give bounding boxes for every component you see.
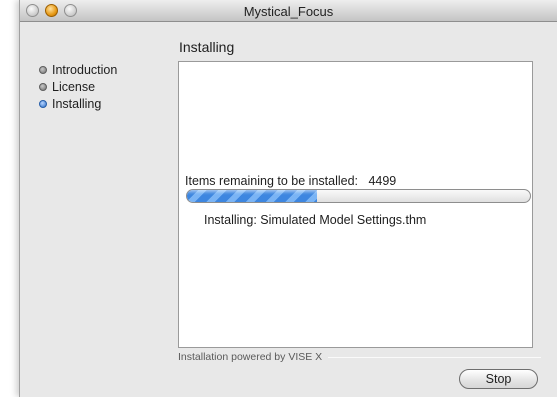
step-license: License (39, 78, 117, 95)
footer: Installation powered by VISE X (178, 351, 541, 363)
step-label: Introduction (52, 62, 118, 77)
step-bullet-icon (39, 82, 47, 91)
powered-by-text: Installation powered by VISE X (178, 351, 323, 363)
items-remaining-count: 4499 (368, 174, 397, 188)
step-bullet-icon (39, 65, 47, 74)
step-introduction: Introduction (39, 61, 117, 78)
install-progress-bar (186, 189, 531, 203)
step-label: Installing (52, 96, 102, 111)
items-remaining-label: Items remaining to be installed: (185, 174, 359, 188)
current-file-text: Installing: Simulated Model Settings.thm (204, 213, 427, 227)
items-remaining-text: Items remaining to be installed: 4499 (185, 174, 396, 188)
installer-steps: Introduction License Installing (39, 61, 117, 112)
footer-divider (328, 356, 541, 358)
step-label: License (52, 79, 96, 94)
page-title: Installing (179, 39, 235, 55)
installer-window: Mystical_Focus Installing Introduction L… (19, 0, 557, 397)
active-step-bullet-icon (39, 99, 47, 108)
step-installing: Installing (39, 95, 117, 112)
window-title: Mystical_Focus (243, 4, 334, 19)
title-bar[interactable]: Mystical_Focus (20, 0, 557, 22)
stop-button[interactable]: Stop (459, 369, 538, 389)
content-panel: Items remaining to be installed: 4499 In… (178, 61, 533, 348)
progress-fill (187, 190, 318, 202)
